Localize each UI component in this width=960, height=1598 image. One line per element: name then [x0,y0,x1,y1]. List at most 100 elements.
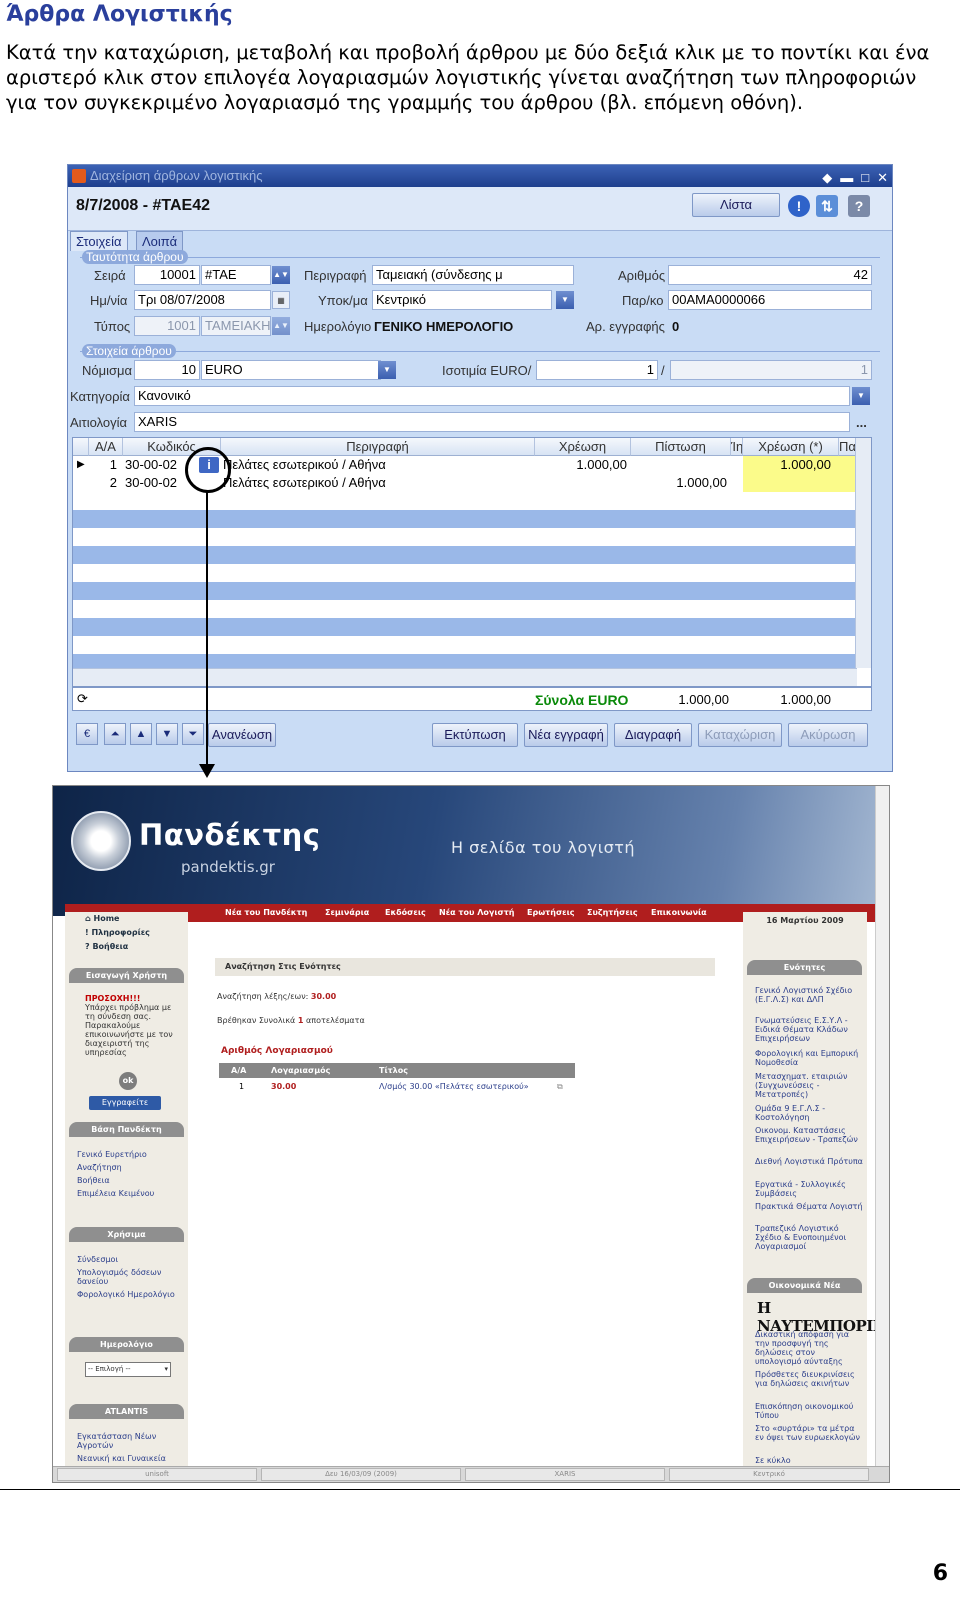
print-button[interactable]: Εκτύπωση [432,723,518,747]
col-ii[interactable]: Ίη [731,438,743,456]
nav-publications[interactable]: Εκδόσεις [385,904,426,922]
group-data: Στοιχεία άρθρου [82,344,176,358]
refresh-totals-icon[interactable]: ⟳ [77,691,88,707]
description-field[interactable]: Ταμειακή (σύνδεσης μ [372,265,574,285]
next-record-icon[interactable]: ▼ [156,723,178,745]
units-link[interactable]: Πρακτικά Θέματα Λογιστή [755,1202,863,1211]
first-record-icon[interactable]: ⏶ [104,723,126,745]
maximize-icon[interactable]: □ [861,167,869,189]
units-link[interactable]: Γενικό Λογιστικό Σχέδιο (Ε.Γ.Λ.Σ) και ΔΛ… [755,986,863,1004]
atlantis-link[interactable]: Νεανική και Γυναικεία [77,1454,185,1463]
units-link[interactable]: Διεθνή Λογιστικά Πρότυπα [755,1157,863,1166]
nav-pandektis-news[interactable]: Νέα του Πανδέκτη [225,904,307,922]
close-icon[interactable]: ✕ [877,167,888,189]
base-link[interactable]: Αναζήτηση [77,1163,185,1172]
open-link-icon[interactable]: ⧉ [557,1080,563,1094]
units-link[interactable]: Φορολογική και Εμπορική Νομοθεσία [755,1049,863,1067]
totals-label: Σύνολα EURO [535,692,629,708]
pandektis-website: Πανδέκτης pandektis.gr Η σελίδα του λογι… [52,785,890,1483]
account-result-link[interactable]: Λ/σμός 30.00 «Πελάτες εσωτερικού» [379,1080,529,1094]
naftemporiki-logo: Η ΝΑΥΤΕΜΠΟΡΙΚΗ [757,1299,890,1335]
sort-icon[interactable]: ⇅ [816,195,838,217]
parity-field-b: 1 [670,360,872,380]
euro-icon[interactable]: € [76,723,98,745]
units-link[interactable]: Γνωματεύσεις Ε.Σ.Υ.Λ - Ειδικά Θέματα Κλά… [755,1016,863,1043]
col-credit[interactable]: Πίστωση [631,438,731,456]
list-button[interactable]: Λίστα [692,193,780,217]
econ-link[interactable]: Πρόσθετες διευκρινίσεις για δηλώσεις ακι… [755,1370,863,1388]
econ-link[interactable]: Σε κύκλο [755,1456,863,1465]
window-title: Διαχείριση άρθρων λογιστικής [90,168,263,183]
pin-icon[interactable]: ◆ [822,167,832,189]
window-titlebar: Διαχείριση άρθρων λογιστικής ◆ ▬ □ ✕ [68,165,892,187]
base-link[interactable]: Επιμέλεια Κειμένου [77,1189,185,1198]
branch-field[interactable]: Κεντρικό [372,290,552,310]
reason-field[interactable]: XARIS [134,412,850,432]
units-link[interactable]: Τραπεζικό Λογιστικό Σχέδιο & Ενοποιημένο… [755,1224,863,1251]
units-link[interactable]: Οικονομ. Καταστάσεις Επιχειρήσεων - Τραπ… [755,1126,863,1144]
units-link[interactable]: Ομάδα 9 Ε.Γ.Λ.Σ - Κοστολόγηση [755,1104,863,1122]
parko-field[interactable]: 00ΑΜΑ0000066 [668,290,872,310]
account-result-row[interactable]: 1 30.00 Λ/σμός 30.00 «Πελάτες εσωτερικού… [219,1080,575,1094]
nav-accountant-news[interactable]: Νέα του Λογιστή [439,904,515,922]
last-record-icon[interactable]: ⏷ [182,723,204,745]
seira-code-field[interactable]: #ΤΑΕ [201,265,271,285]
units-link[interactable]: Εργατικά - Συλλογικές Συμβάσεις [755,1180,863,1198]
seira-number-field[interactable]: 10001 [134,265,200,285]
ellipsis-icon[interactable]: ... [856,415,867,430]
nav-seminars[interactable]: Σεμινάρια [325,904,369,922]
tools-link[interactable]: Σύνδεσμοι [77,1255,185,1264]
home-link[interactable]: ⌂ Home [85,914,193,923]
tab-stoixeia[interactable]: Στοιχεία [70,231,128,251]
number-field[interactable]: 42 [668,265,872,285]
help-icon[interactable]: ? [848,195,870,217]
tools-link[interactable]: Φορολογικό Ημερολόγιο [77,1290,185,1299]
parity-field-a[interactable]: 1 [536,360,658,380]
grid-horizontal-scrollbar[interactable] [73,668,857,686]
econ-link[interactable]: Στο «συρτάρι» τα μέτρα εν όψει των ευρωε… [755,1424,863,1442]
account-title: Αριθμός Λογαριασμού [221,1046,333,1056]
minimize-icon[interactable]: ▬ [840,167,853,189]
econ-link[interactable]: Δικαστική απόφαση για την προσφυγή της δ… [755,1330,863,1366]
delete-button[interactable]: Διαγραφή [614,723,692,747]
tools-link[interactable]: Υπολογισμός δόσεων δανείου [77,1268,185,1286]
currency-field[interactable]: EURO [201,360,381,380]
category-dropdown-icon[interactable]: ▼ [852,387,870,405]
branch-dropdown-icon[interactable]: ▼ [556,291,574,309]
login-warning: ΠΡΟΣΟΧΗ!!! Υπάρχει πρόβλημα με τη σύνδεση… [85,994,173,1057]
info-icon[interactable]: ! [788,195,810,217]
category-field[interactable]: Κανονικό [134,386,850,406]
left-sidebar: ⌂ Home ! Πληροφορίες ? Βοήθεια Εισαγωγή … [65,912,188,1482]
nav-questions[interactable]: Ερωτήσεις [527,904,575,922]
date-field[interactable]: Τρι 08/07/2008 [134,290,271,310]
register-button[interactable]: Εγγραφείτε [89,1096,161,1110]
base-link[interactable]: Γενικό Ευρετήριο [77,1150,185,1159]
new-record-button[interactable]: Νέα εγγραφή [524,723,608,747]
calendar-select[interactable]: -- Επιλογή -- ▾ [85,1362,171,1377]
nav-contact[interactable]: Επικοινωνία [651,904,707,922]
help-link[interactable]: ? Βοήθεια [85,942,193,951]
currency-dropdown-icon[interactable]: ▼ [378,361,396,379]
site-logo-text[interactable]: Πανδέκτης [139,818,320,852]
label-branch: Υποκ/μα [318,293,368,308]
col-debit-star[interactable]: Χρέωση (*) [743,438,839,456]
tab-loipa[interactable]: Λοιπά [136,231,184,251]
col-debit[interactable]: Χρέωση [535,438,631,456]
calendar-icon[interactable]: ▦ [272,291,290,309]
base-link[interactable]: Βοήθεια [77,1176,185,1185]
site-vertical-scrollbar[interactable] [875,786,889,1468]
grid-vertical-scrollbar[interactable] [855,438,871,668]
econ-link[interactable]: Επισκόπηση οικονομικού Τύπου [755,1402,863,1420]
units-link[interactable]: Μετασχηματ. εταιριών (Συγχωνεύσεις - Μετ… [755,1072,863,1099]
ok-button[interactable]: ok [119,1072,137,1090]
col-aa[interactable]: Α/Α [89,438,123,456]
refresh-button[interactable]: Ανανέωση [208,723,276,747]
seira-dropdown-icon[interactable]: ▲▼ [272,266,290,284]
col-description[interactable]: Περιγραφή [221,438,535,456]
currency-number-field[interactable]: 10 [134,360,200,380]
info-link[interactable]: ! Πληροφορίες [85,928,193,937]
econ-header: Οικονομικά Νέα [747,1278,862,1293]
prev-record-icon[interactable]: ▲ [130,723,152,745]
atlantis-link[interactable]: Εγκατάσταση Νέων Αγροτών [77,1432,185,1450]
nav-discussions[interactable]: Συζητήσεις [587,904,638,922]
